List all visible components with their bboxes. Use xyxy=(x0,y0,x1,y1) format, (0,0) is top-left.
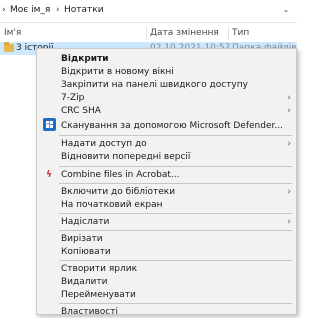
menu-item-7zip[interactable]: 7-Zip › xyxy=(37,92,296,104)
chevron-right-icon: › xyxy=(287,187,291,197)
menu-item-label: Відновити попередні версії xyxy=(61,152,191,162)
menu-separator xyxy=(59,260,292,261)
menu-item-label: Надіслати xyxy=(61,217,110,227)
acrobat-icon: ϟ xyxy=(46,170,52,180)
menu-separator xyxy=(59,166,292,167)
menu-item-pin-start[interactable]: На початковий екран xyxy=(37,199,296,211)
column-headers: Ім'я Дата змінення Тип xyxy=(0,24,297,40)
menu-item-rename[interactable]: Перейменувати xyxy=(37,289,296,301)
menu-item-send-to[interactable]: Надіслати › xyxy=(37,216,296,228)
menu-separator xyxy=(59,183,292,184)
menu-item-label: На початковий екран xyxy=(61,200,163,210)
menu-item-cut[interactable]: Вирізати xyxy=(37,233,296,245)
chevron-right-icon: › xyxy=(287,106,291,116)
menu-separator xyxy=(59,303,292,304)
menu-item-label: Копіювати xyxy=(61,247,111,257)
menu-item-label: 7-Zip xyxy=(61,93,85,103)
menu-item-label: Видалити xyxy=(61,277,108,287)
menu-item-label: Вирізати xyxy=(61,234,103,244)
menu-item-restore-versions[interactable]: Відновити попередні версії xyxy=(37,151,296,163)
breadcrumb-item-notes[interactable]: Нотатки xyxy=(64,5,104,15)
breadcrumb-separator: › xyxy=(2,5,6,15)
menu-item-label: Відкрити в новому вікні xyxy=(61,67,174,77)
address-bar[interactable]: › Моє ім_я › Нотатки ⌄ xyxy=(0,0,297,23)
menu-item-pin-quick-access[interactable]: Закріпити на панелі швидкого доступу xyxy=(37,79,296,91)
menu-item-open[interactable]: Відкрити xyxy=(37,53,296,65)
menu-item-defender-scan[interactable]: Сканування за допомогою Microsoft Defend… xyxy=(37,118,296,132)
menu-item-label: Надати доступ до xyxy=(61,139,147,149)
breadcrumb-separator: › xyxy=(56,5,60,15)
menu-item-delete[interactable]: Видалити xyxy=(37,276,296,288)
column-divider[interactable] xyxy=(228,26,229,40)
menu-item-label: Властивості xyxy=(61,307,118,317)
column-header-date[interactable]: Дата змінення xyxy=(150,28,219,38)
menu-separator xyxy=(59,213,292,214)
menu-item-label: Створити ярлик xyxy=(61,264,138,274)
menu-item-label: Відкрити xyxy=(61,54,109,64)
menu-item-combine-acrobat[interactable]: ϟ Combine files in Acrobat... xyxy=(37,169,296,181)
chevron-down-icon[interactable]: ⌄ xyxy=(279,3,293,17)
context-menu: Відкрити Відкрити в новому вікні Закріпи… xyxy=(36,48,297,318)
menu-item-give-access[interactable]: Надати доступ до › xyxy=(37,138,296,150)
column-divider[interactable] xyxy=(146,26,147,40)
chevron-right-icon: › xyxy=(287,139,291,149)
menu-item-label: Включити до бібліотеки xyxy=(61,187,176,197)
menu-item-label: Сканування за допомогою Microsoft Defend… xyxy=(61,121,283,131)
menu-item-copy[interactable]: Копіювати xyxy=(37,246,296,258)
menu-item-label: Закріпити на панелі швидкого доступу xyxy=(61,80,248,90)
menu-item-label: Combine files in Acrobat... xyxy=(61,170,180,180)
menu-item-label: Перейменувати xyxy=(61,290,136,300)
chevron-right-icon: › xyxy=(287,93,291,103)
folder-icon xyxy=(4,42,14,52)
defender-shield-icon xyxy=(43,118,56,131)
menu-item-properties[interactable]: Властивості xyxy=(37,306,296,318)
menu-item-crc-sha[interactable]: CRC SHA › xyxy=(37,105,296,117)
column-header-name[interactable]: Ім'я xyxy=(4,28,21,38)
menu-item-include-library[interactable]: Включити до бібліотеки › xyxy=(37,186,296,198)
menu-separator xyxy=(59,230,292,231)
column-header-type[interactable]: Тип xyxy=(232,28,249,38)
menu-item-create-shortcut[interactable]: Створити ярлик xyxy=(37,263,296,275)
breadcrumb-item-user[interactable]: Моє ім_я xyxy=(10,5,50,15)
menu-separator xyxy=(59,135,292,136)
menu-item-label: CRC SHA xyxy=(61,106,101,116)
chevron-right-icon: › xyxy=(287,217,291,227)
menu-item-open-new-window[interactable]: Відкрити в новому вікні xyxy=(37,66,296,78)
